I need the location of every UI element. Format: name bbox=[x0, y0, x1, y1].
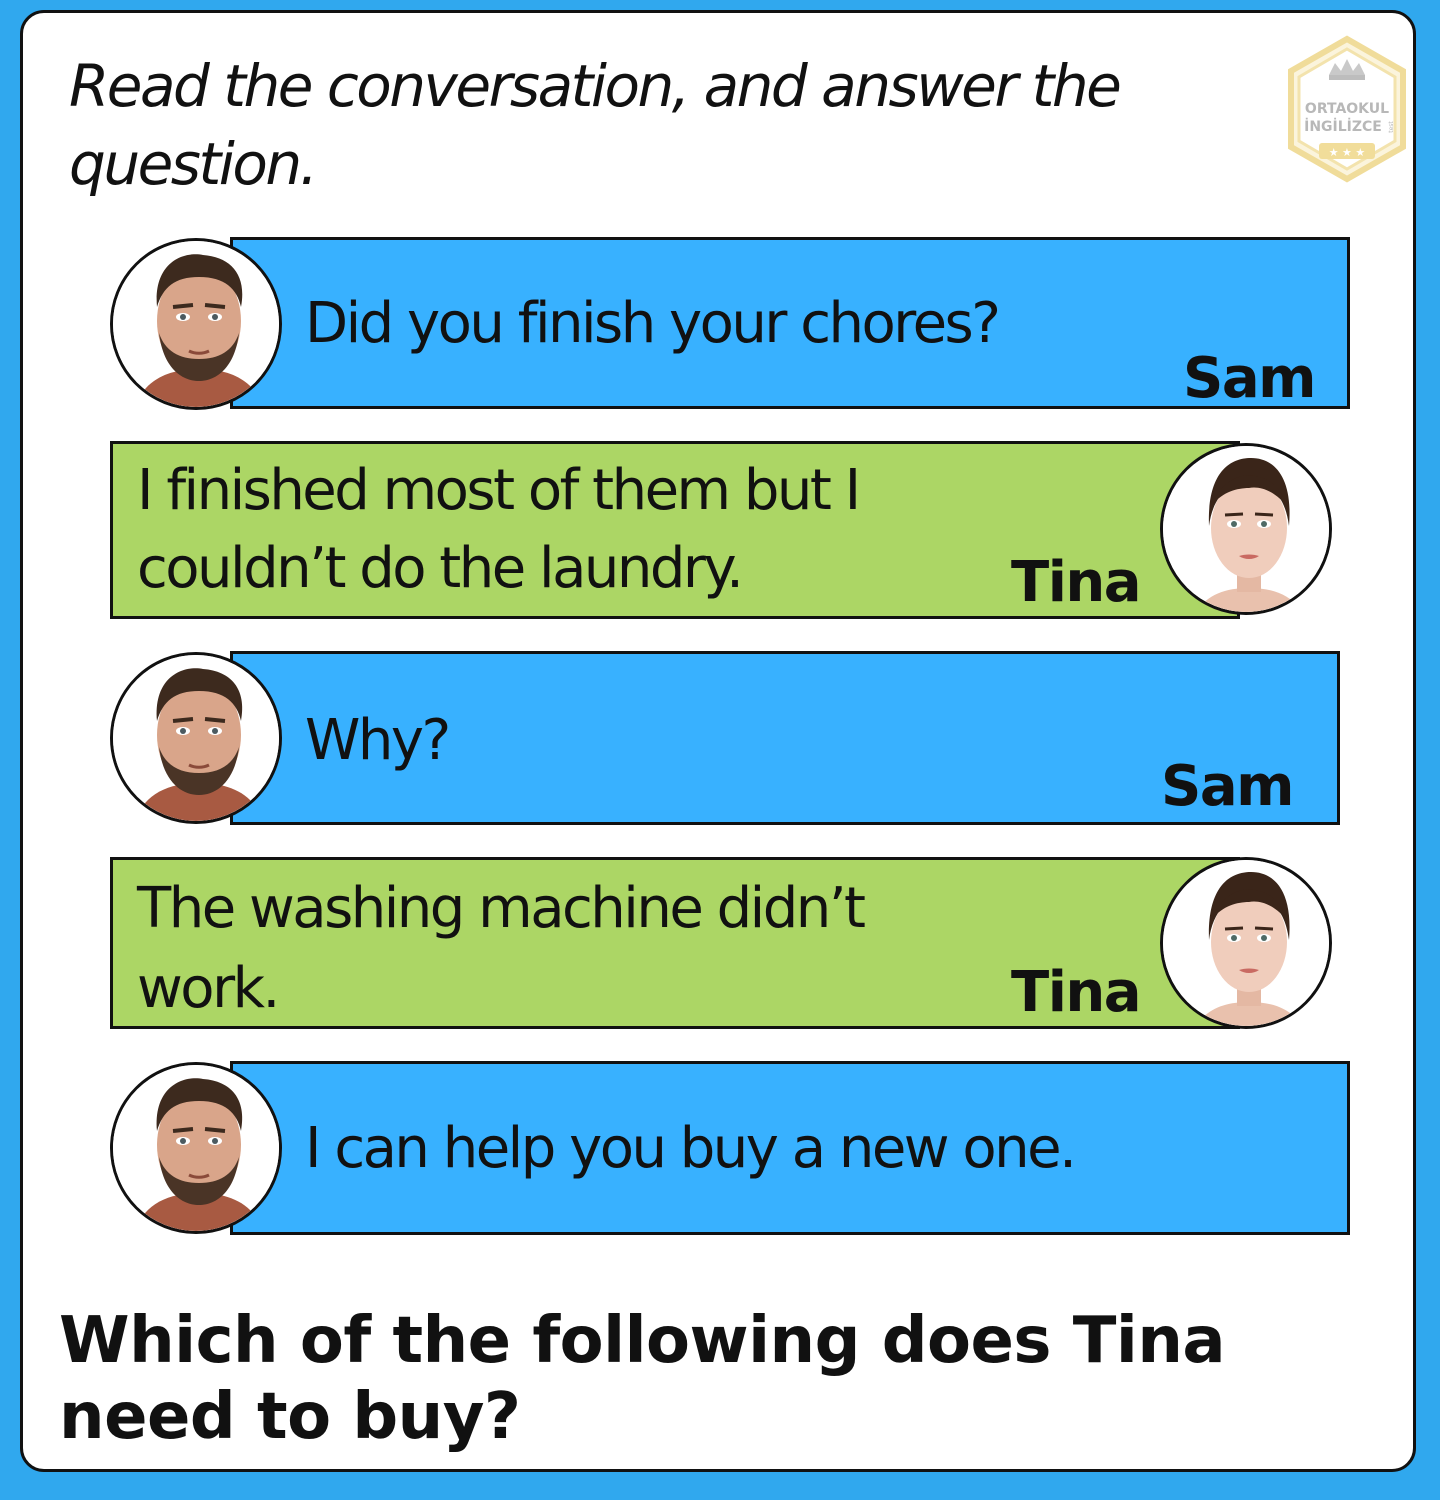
speaker-name-sam: Sam bbox=[1161, 754, 1294, 819]
sam-avatar bbox=[110, 652, 282, 824]
question-card: Read the conversation, and answer the qu… bbox=[20, 10, 1416, 1472]
sam-avatar bbox=[110, 1062, 282, 1234]
question-text: Which of the following does Tina need to… bbox=[59, 1304, 1226, 1454]
message-text-line-2: couldn’t do the laundry. bbox=[137, 536, 744, 601]
svg-text:ORTAOKUL: ORTAOKUL bbox=[1305, 101, 1389, 117]
message-text-line-2: work. bbox=[137, 956, 280, 1021]
ortaokul-ingilizce-logo: ORTAOKUL İNGİLİZCE test ★ ★ ★ bbox=[1285, 35, 1409, 183]
message-text: Did you finish your chores? bbox=[305, 291, 1001, 356]
message-text-line-1: I finished most of them but I bbox=[137, 458, 861, 523]
svg-text:test: test bbox=[1388, 121, 1395, 133]
svg-text:İNGİLİZCE: İNGİLİZCE bbox=[1304, 118, 1382, 135]
message-text-line-1: The washing machine didn’t bbox=[137, 876, 866, 941]
speaker-name-sam: Sam bbox=[1183, 346, 1316, 411]
tina-avatar bbox=[1160, 443, 1332, 615]
instruction-text: Read the conversation, and answer the qu… bbox=[69, 52, 1122, 198]
message-text: Why? bbox=[305, 708, 451, 773]
message-text: I can help you buy a new one. bbox=[305, 1116, 1077, 1181]
sam-avatar bbox=[110, 238, 282, 410]
svg-text:★ ★ ★: ★ ★ ★ bbox=[1329, 146, 1366, 159]
speaker-name-tina: Tina bbox=[1011, 550, 1142, 615]
tina-avatar bbox=[1160, 857, 1332, 1029]
speaker-name-tina: Tina bbox=[1011, 960, 1142, 1025]
